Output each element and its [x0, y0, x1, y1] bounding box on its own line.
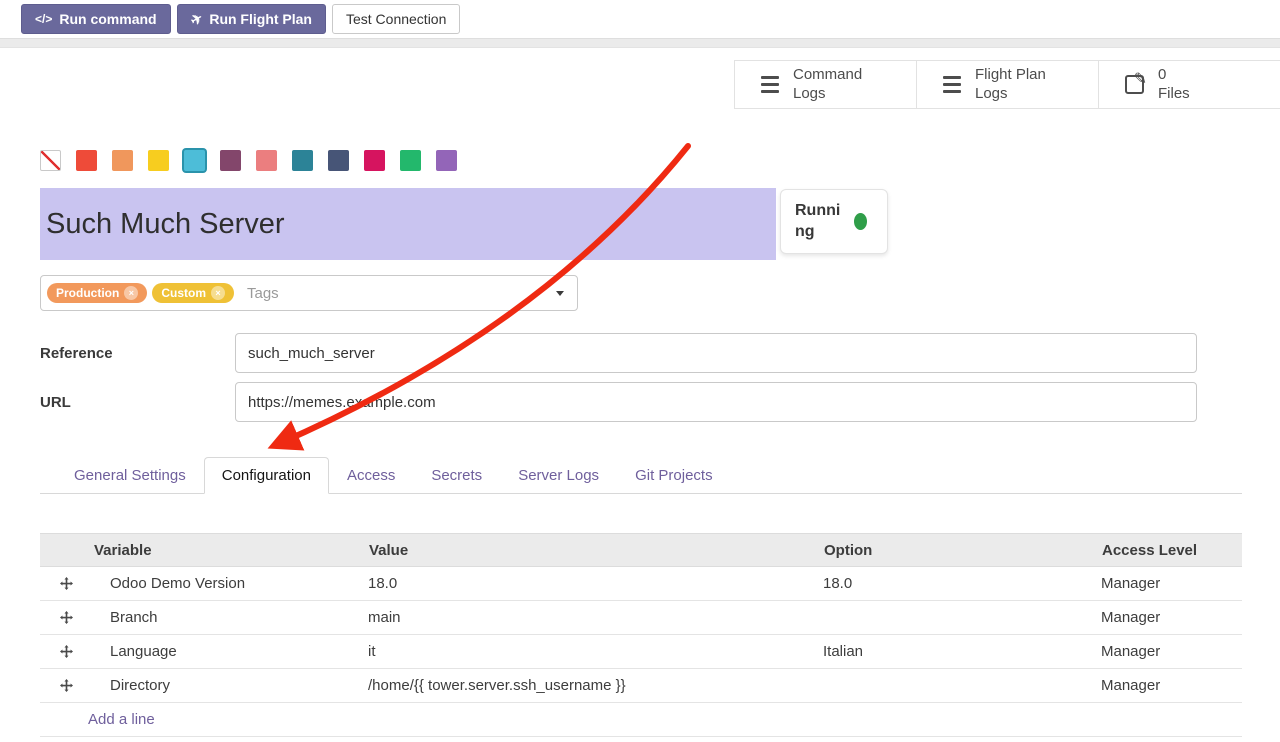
- color-swatch-3[interactable]: [148, 150, 169, 171]
- column-header-access-level[interactable]: Access Level: [1100, 542, 1242, 559]
- cell-variable[interactable]: Odoo Demo Version: [92, 575, 367, 592]
- color-swatch-5[interactable]: [220, 150, 241, 171]
- files-count: 0: [1158, 66, 1254, 85]
- cell-variable[interactable]: Directory: [92, 677, 367, 694]
- add-a-line-label: Add a line: [88, 711, 155, 728]
- tag-label: Production: [56, 286, 119, 300]
- color-swatch-9[interactable]: [364, 150, 385, 171]
- list-icon: [943, 76, 961, 93]
- tab-server-logs[interactable]: Server Logs: [500, 457, 617, 494]
- separator-strip: [0, 38, 1280, 48]
- list-icon: [761, 76, 779, 93]
- color-swatch-7[interactable]: [292, 150, 313, 171]
- url-input[interactable]: [235, 382, 1197, 422]
- test-connection-label: Test Connection: [346, 11, 446, 27]
- test-connection-button[interactable]: Test Connection: [332, 4, 460, 34]
- server-name-input[interactable]: Such Much Server: [40, 188, 776, 260]
- configuration-table: VariableValueOptionAccess Level Odoo Dem…: [40, 533, 1242, 737]
- tab-configuration[interactable]: Configuration: [204, 457, 329, 494]
- table-row[interactable]: Directory/home/{{ tower.server.ssh_usern…: [40, 669, 1242, 703]
- tag-production[interactable]: Production ×: [47, 283, 147, 303]
- plane-icon: ✈: [187, 9, 206, 30]
- cell-variable[interactable]: Branch: [92, 609, 367, 626]
- drag-handle-icon[interactable]: [40, 645, 92, 658]
- run-flight-plan-button[interactable]: ✈ Run Flight Plan: [177, 4, 326, 34]
- flight-plan-logs-label: Flight Plan Logs: [975, 66, 1071, 104]
- color-swatch-1[interactable]: [76, 150, 97, 171]
- stat-button-box: Command Logs Flight Plan Logs 0 Files: [734, 60, 1280, 109]
- cell-value[interactable]: main: [367, 609, 822, 626]
- cell-value[interactable]: 18.0: [367, 575, 822, 592]
- cell-access[interactable]: Manager: [1100, 643, 1242, 660]
- remove-tag-icon[interactable]: ×: [211, 286, 225, 300]
- command-logs-label: Command Logs: [793, 66, 889, 104]
- color-swatch-8[interactable]: [328, 150, 349, 171]
- table-row[interactable]: LanguageitItalianManager: [40, 635, 1242, 669]
- files-label: 0 Files: [1158, 66, 1254, 104]
- cell-value[interactable]: it: [367, 643, 822, 660]
- cell-option[interactable]: Italian: [822, 643, 1100, 660]
- color-swatch-6[interactable]: [256, 150, 277, 171]
- run-flight-plan-label: Run Flight Plan: [209, 11, 312, 27]
- server-name-text: Such Much Server: [46, 208, 285, 241]
- tags-placeholder: Tags: [247, 285, 279, 302]
- run-command-button[interactable]: </> Run command: [21, 4, 171, 34]
- files-button[interactable]: 0 Files: [1098, 61, 1280, 108]
- tag-list: Production × Custom ×: [47, 283, 234, 303]
- column-header-value[interactable]: Value: [367, 542, 822, 559]
- reference-label: Reference: [40, 345, 235, 362]
- tags-field[interactable]: Production × Custom × Tags: [40, 275, 578, 311]
- url-label: URL: [40, 394, 235, 411]
- pencil-icon: [1125, 75, 1144, 94]
- cell-access[interactable]: Manager: [1100, 575, 1242, 592]
- tab-secrets[interactable]: Secrets: [413, 457, 500, 494]
- color-swatch-0[interactable]: [40, 150, 61, 171]
- command-logs-button[interactable]: Command Logs: [734, 61, 916, 108]
- color-swatch-10[interactable]: [400, 150, 421, 171]
- cell-value[interactable]: /home/{{ tower.server.ssh_username }}: [367, 677, 822, 694]
- table-body: Odoo Demo Version18.018.0ManagerBranchma…: [40, 567, 1242, 703]
- add-a-line-link[interactable]: Add a line: [40, 703, 1242, 737]
- tab-general-settings[interactable]: General Settings: [56, 457, 204, 494]
- title-row: Such Much Server Running: [40, 188, 1242, 260]
- cell-option[interactable]: 18.0: [822, 575, 1100, 592]
- drag-handle-icon[interactable]: [40, 611, 92, 624]
- dropdown-caret-icon[interactable]: [556, 291, 564, 296]
- status-card[interactable]: Running: [780, 189, 888, 254]
- code-icon: </>: [35, 12, 52, 26]
- status-dot-icon: [854, 213, 867, 230]
- status-label: Running: [795, 201, 847, 243]
- table-row[interactable]: Odoo Demo Version18.018.0Manager: [40, 567, 1242, 601]
- column-header-option[interactable]: Option: [822, 542, 1100, 559]
- color-swatch-2[interactable]: [112, 150, 133, 171]
- cell-access[interactable]: Manager: [1100, 609, 1242, 626]
- reference-field-row: Reference: [40, 333, 1242, 373]
- reference-input[interactable]: [235, 333, 1197, 373]
- remove-tag-icon[interactable]: ×: [124, 286, 138, 300]
- url-field-row: URL: [40, 382, 1242, 422]
- cell-access[interactable]: Manager: [1100, 677, 1242, 694]
- table-row[interactable]: Branchmain Manager: [40, 601, 1242, 635]
- drag-handle-icon[interactable]: [40, 577, 92, 590]
- color-swatch-4[interactable]: [184, 150, 205, 171]
- table-header-row: VariableValueOptionAccess Level: [40, 533, 1242, 567]
- cell-variable[interactable]: Language: [92, 643, 367, 660]
- column-header-variable[interactable]: Variable: [92, 542, 367, 559]
- run-command-label: Run command: [59, 11, 156, 27]
- tab-access[interactable]: Access: [329, 457, 413, 494]
- files-text: Files: [1158, 85, 1254, 104]
- form-sheet: Such Much Server Running Production×Cust…: [0, 148, 1280, 737]
- tab-git-projects[interactable]: Git Projects: [617, 457, 731, 494]
- color-swatch-11[interactable]: [436, 150, 457, 171]
- tab-bar: General SettingsConfigurationAccessSecre…: [40, 456, 1242, 494]
- color-picker: [40, 148, 1242, 172]
- top-toolbar: </> Run command ✈ Run Flight Plan Test C…: [0, 0, 1280, 38]
- flight-plan-logs-button[interactable]: Flight Plan Logs: [916, 61, 1098, 108]
- tag-custom[interactable]: Custom ×: [152, 283, 234, 303]
- drag-handle-icon[interactable]: [40, 679, 92, 692]
- tag-label: Custom: [161, 286, 206, 300]
- header-row: Command Logs Flight Plan Logs 0 Files: [0, 48, 1280, 108]
